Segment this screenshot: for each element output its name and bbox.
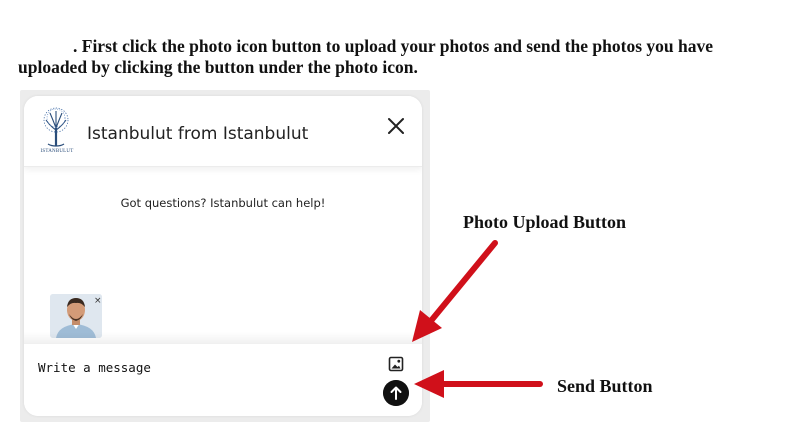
arrow-up-icon[interactable] <box>383 380 409 406</box>
composer-divider <box>24 332 422 344</box>
message-composer <box>24 344 422 416</box>
close-icon[interactable] <box>384 114 408 138</box>
send-arrow <box>414 370 543 398</box>
tree-logo-icon <box>43 107 69 147</box>
chat-title: Istanbulut from Istanbulut <box>87 124 309 144</box>
welcome-message: Got questions? Istanbulut can help! <box>120 196 326 210</box>
send-button-label: Send Button <box>557 376 653 396</box>
chat-header: ISTANBULUT Istanbulut from Istanbulut <box>24 96 422 167</box>
chat-widget: ISTANBULUT Istanbulut from Istanbulut Go… <box>24 96 422 416</box>
logo-wordmark: ISTANBULUT <box>40 149 74 154</box>
image-icon[interactable] <box>388 356 404 372</box>
photo-upload-label: Photo Upload Button <box>463 212 627 232</box>
instruction-text: . First click the photo icon button to u… <box>18 36 714 77</box>
message-input[interactable] <box>38 356 358 378</box>
remove-attachment-button[interactable]: × <box>94 297 102 306</box>
chat-widget-screenshot: ISTANBULUT Istanbulut from Istanbulut Go… <box>20 90 430 422</box>
